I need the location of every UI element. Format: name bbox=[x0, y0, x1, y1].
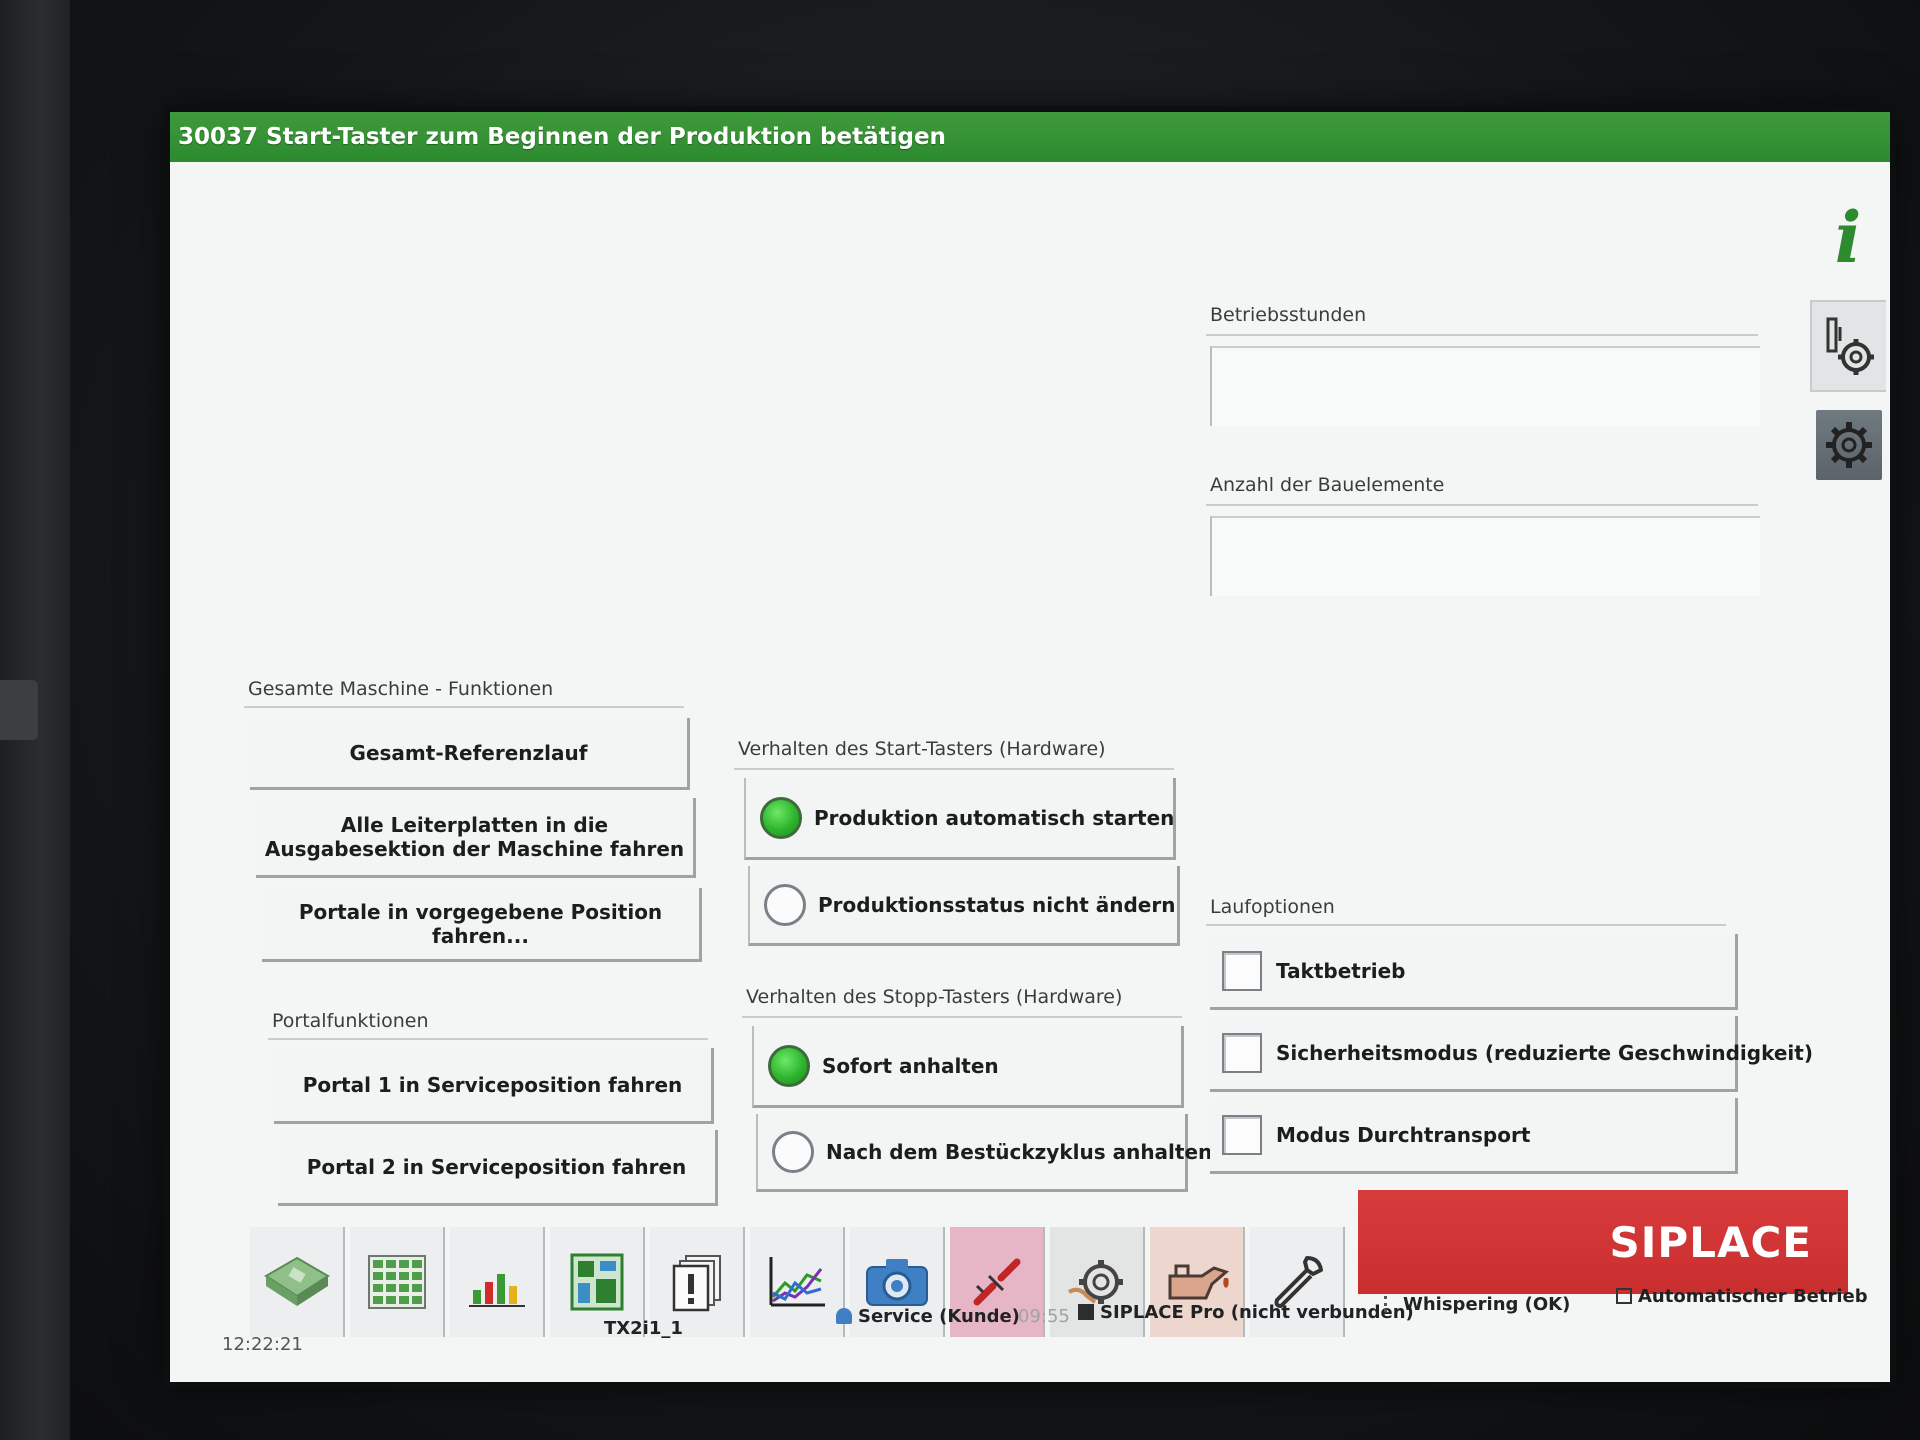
betriebsstunden-display bbox=[1210, 346, 1760, 426]
bezel-tab bbox=[0, 680, 38, 740]
service-button[interactable] bbox=[1810, 300, 1886, 392]
portal-1-service-button[interactable]: Portal 1 in Serviceposition fahren bbox=[274, 1048, 714, 1124]
betriebsstunden-label: Betriebsstunden bbox=[1210, 304, 1367, 326]
status-mode: Automatischer Betrieb bbox=[1616, 1286, 1868, 1307]
divider bbox=[1206, 334, 1758, 336]
checkbox-label: Sicherheitsmodus (reduzierte Geschwindig… bbox=[1276, 1040, 1813, 1065]
side-panel: i bbox=[1802, 162, 1890, 502]
siplace-logo: SIPLACE bbox=[1358, 1190, 1848, 1294]
checkbox-box bbox=[1222, 1114, 1262, 1155]
start-behavior-label: Verhalten des Start-Tasters (Hardware) bbox=[738, 738, 1106, 760]
checkbox-pass-through[interactable]: Modus Durchtransport bbox=[1210, 1098, 1738, 1174]
screen: 30037 Start-Taster zum Beginnen der Prod… bbox=[170, 112, 1890, 1382]
user-icon bbox=[836, 1308, 852, 1324]
checkbox-taktbetrieb[interactable]: Taktbetrieb bbox=[1210, 934, 1738, 1010]
radio-indicator-selected bbox=[768, 1044, 810, 1087]
settings-button[interactable] bbox=[1816, 410, 1882, 480]
status-machine-name: TX2i1_1 bbox=[604, 1318, 683, 1339]
checkbox-safety-mode[interactable]: Sicherheitsmodus (reduzierte Geschwindig… bbox=[1210, 1016, 1813, 1092]
status-clock: 12:22:21 bbox=[222, 1334, 303, 1355]
monitor-bezel-left bbox=[0, 0, 70, 1440]
service-gear-icon bbox=[1826, 317, 1874, 375]
radio-indicator-selected bbox=[760, 796, 802, 839]
checkbox-label: Taktbetrieb bbox=[1276, 958, 1406, 983]
info-icon: i bbox=[1834, 196, 1862, 279]
whisper-icon bbox=[1384, 1296, 1397, 1312]
run-options-label: Laufoptionen bbox=[1210, 896, 1335, 918]
move-pcbs-out-button[interactable]: Alle Leiterplatten in die Ausgabesektion… bbox=[256, 798, 696, 878]
portal-2-service-button[interactable]: Portal 2 in Serviceposition fahren bbox=[278, 1130, 718, 1206]
radio-auto-start[interactable]: Produktion automatisch starten bbox=[744, 778, 1176, 860]
checkbox-box bbox=[1222, 950, 1262, 991]
divider bbox=[734, 768, 1174, 770]
machine-functions-label: Gesamte Maschine - Funktionen bbox=[248, 678, 554, 700]
status-connection-text: SIPLACE Pro (nicht verbunden) bbox=[1100, 1302, 1414, 1323]
status-whisper-text: Whispering (OK) bbox=[1403, 1294, 1571, 1315]
status-mode-text: Automatischer Betrieb bbox=[1638, 1286, 1868, 1307]
status-bar: 12:22:21 TX2i1_1 Service (Kunde) 09:55 S… bbox=[170, 1286, 1890, 1382]
bauelemente-label: Anzahl der Bauelemente bbox=[1210, 474, 1445, 496]
radio-indicator bbox=[764, 883, 806, 926]
radio-label: Sofort anhalten bbox=[822, 1053, 999, 1078]
status-user: Service (Kunde) bbox=[836, 1306, 1020, 1327]
radio-stop-immediately[interactable]: Sofort anhalten bbox=[752, 1026, 1184, 1108]
radio-label: Nach dem Bestückzyklus anhalten bbox=[826, 1139, 1213, 1164]
gear-icon bbox=[1826, 422, 1872, 468]
divider bbox=[268, 1038, 708, 1040]
radio-no-change[interactable]: Produktionsstatus nicht ändern bbox=[748, 866, 1180, 946]
status-whisper: Whispering (OK) bbox=[1384, 1294, 1570, 1315]
reference-run-button[interactable]: Gesamt-Referenzlauf bbox=[250, 718, 690, 790]
bauelemente-display bbox=[1210, 516, 1760, 596]
stop-behavior-label: Verhalten des Stopp-Tasters (Hardware) bbox=[746, 986, 1123, 1008]
divider bbox=[1206, 924, 1726, 926]
radio-label: Produktion automatisch starten bbox=[814, 805, 1175, 830]
status-connection: SIPLACE Pro (nicht verbunden) bbox=[1078, 1302, 1414, 1323]
portal-functions-label: Portalfunktionen bbox=[272, 1010, 429, 1032]
window-title: 30037 Start-Taster zum Beginnen der Prod… bbox=[170, 112, 1890, 162]
checkbox-label: Modus Durchtransport bbox=[1276, 1122, 1531, 1147]
status-user-time: 09:55 bbox=[1018, 1306, 1070, 1327]
move-portals-button[interactable]: Portale in vorgegebene Position fahren..… bbox=[262, 888, 702, 962]
connection-icon bbox=[1078, 1304, 1094, 1320]
checkbox-box bbox=[1222, 1032, 1262, 1073]
divider bbox=[244, 706, 684, 708]
info-button[interactable]: i bbox=[1810, 192, 1886, 284]
divider bbox=[1206, 504, 1758, 506]
divider bbox=[742, 1016, 1182, 1018]
status-user-text: Service (Kunde) bbox=[858, 1306, 1020, 1327]
mode-icon bbox=[1616, 1288, 1632, 1304]
radio-indicator bbox=[772, 1130, 814, 1173]
radio-stop-after-cycle[interactable]: Nach dem Bestückzyklus anhalten bbox=[756, 1114, 1212, 1192]
radio-label: Produktionsstatus nicht ändern bbox=[818, 892, 1176, 917]
